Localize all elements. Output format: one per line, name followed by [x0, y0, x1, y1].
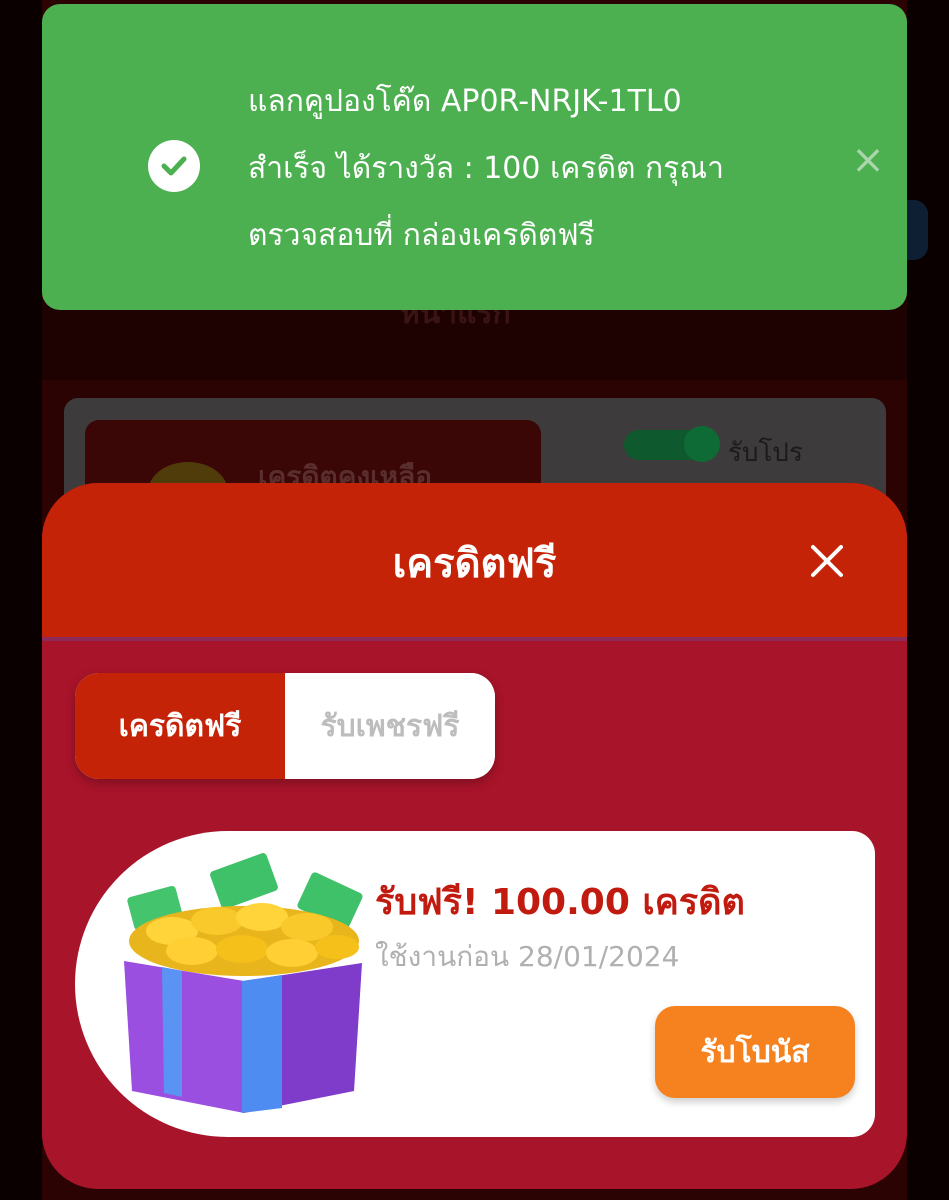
check-circle-icon — [148, 140, 200, 192]
credit-tabs: เครดิตฟรี รับเพชรฟรี — [75, 673, 495, 779]
reward-expiry-date: ใช้งานก่อน 28/01/2024 — [375, 940, 680, 973]
reward-title: รับฟรี! 100.00 เครดิต — [375, 882, 745, 923]
success-toast: แลกคูปองโค๊ด AP0R-NRJK-1TL0 สำเร็จ ได้รา… — [42, 4, 907, 310]
claim-bonus-button[interactable]: รับโบนัส — [655, 1006, 855, 1098]
gift-box-icon — [122, 851, 366, 1113]
promo-toggle-knob — [684, 426, 720, 462]
toast-close-icon[interactable]: × — [848, 140, 888, 180]
modal-title: เครดิตฟรี — [392, 541, 557, 587]
tab-free-diamonds[interactable]: รับเพชรฟรี — [285, 673, 495, 779]
toast-message: แลกคูปองโค๊ด AP0R-NRJK-1TL0 สำเร็จ ได้รา… — [248, 68, 808, 269]
toast-line-1: แลกคูปองโค๊ด AP0R-NRJK-1TL0 — [248, 84, 682, 119]
toast-line-3: ตรวจสอบที่ กล่องเครดิตฟรี — [248, 218, 595, 253]
free-credit-modal: เครดิตฟรี เครดิตฟรี รับเพชรฟรี รับฟรี! 1… — [42, 483, 907, 1189]
toast-line-2: สำเร็จ ได้รางวัล : 100 เครดิต กรุณา — [248, 151, 724, 186]
close-icon[interactable] — [807, 541, 847, 581]
promo-toggle-label: รับโปร — [728, 438, 803, 468]
tab-free-credit[interactable]: เครดิตฟรี — [75, 673, 285, 779]
modal-header: เครดิตฟรี — [42, 483, 907, 641]
